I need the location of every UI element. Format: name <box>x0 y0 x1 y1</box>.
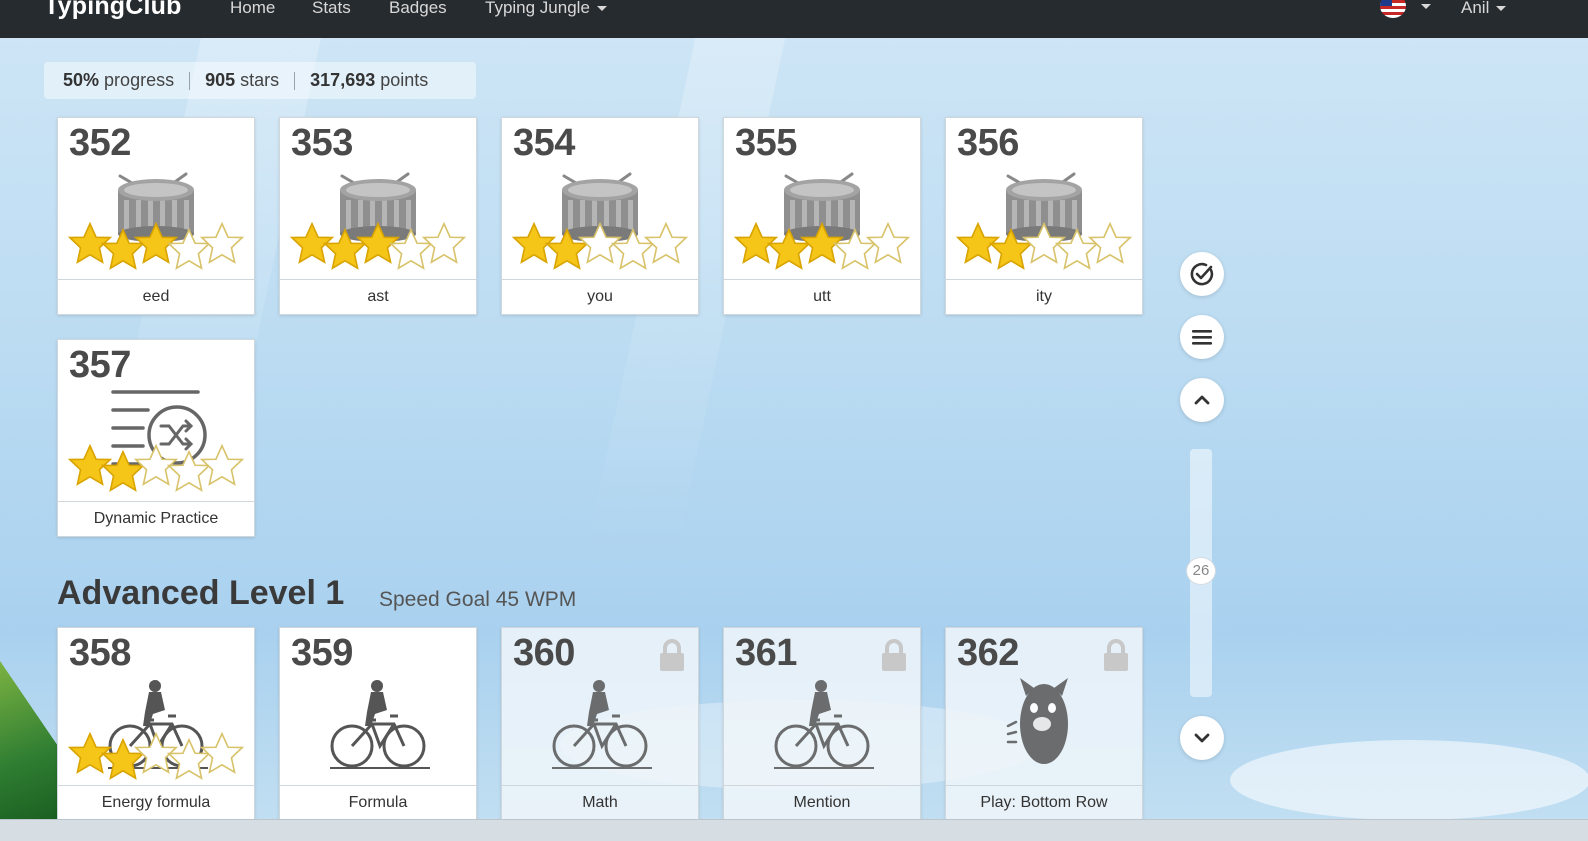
lesson-card[interactable]: 356 ity <box>945 117 1143 315</box>
lock-icon <box>882 639 906 671</box>
hamburger-menu-icon <box>1192 330 1212 345</box>
stars-label: stars <box>240 70 280 90</box>
lesson-card[interactable]: 357 Dynamic Practice <box>57 339 255 537</box>
lesson-scrollbar-thumb[interactable]: 26 <box>1186 557 1216 585</box>
points-label: points <box>380 70 429 90</box>
lesson-card-locked[interactable]: 360 Math <box>501 627 699 821</box>
star-empty-icon <box>199 731 245 774</box>
lesson-number: 361 <box>735 632 797 674</box>
scroll-down-button[interactable] <box>1180 716 1224 760</box>
lesson-label: Energy formula <box>58 785 254 820</box>
lesson-label: ity <box>946 279 1142 314</box>
check-circle-icon <box>1190 262 1214 286</box>
browser-bottom-bar <box>0 819 1588 841</box>
monster-artwork <box>1006 678 1068 764</box>
lesson-card-locked[interactable]: 361 Mention <box>723 627 921 821</box>
lesson-card[interactable]: 352 eed <box>57 117 255 315</box>
lesson-label: Play: Bottom Row <box>946 785 1142 820</box>
bicycle-icon <box>774 680 874 769</box>
nav-stats-link[interactable]: Stats <box>312 0 351 18</box>
lesson-number: 355 <box>735 122 797 164</box>
lesson-number: 362 <box>957 632 1019 674</box>
bike-artwork <box>330 680 430 769</box>
lesson-label: Math <box>502 785 698 820</box>
level-title: Advanced Level 1 <box>57 574 345 612</box>
lesson-label: eed <box>58 279 254 314</box>
lesson-label: ast <box>280 279 476 314</box>
lesson-number: 356 <box>957 122 1019 164</box>
lesson-number: 359 <box>291 632 353 674</box>
lesson-number: 358 <box>69 632 131 674</box>
divider <box>294 71 296 90</box>
nav-typing-jungle-dropdown[interactable]: Typing Jungle <box>485 0 607 18</box>
us-flag-icon[interactable] <box>1380 0 1406 18</box>
scroll-up-button[interactable] <box>1180 378 1224 422</box>
progress-label: progress <box>104 70 175 90</box>
lock-icon <box>1104 639 1128 671</box>
lesson-label: you <box>502 279 698 314</box>
drum-icon <box>67 172 245 270</box>
lesson-card[interactable]: 358 Energy formula <box>57 627 255 821</box>
divider <box>189 71 191 90</box>
menu-button[interactable] <box>1180 315 1224 359</box>
lesson-card-locked[interactable]: 362 Play: Bottom Row <box>945 627 1143 821</box>
lesson-label: Mention <box>724 785 920 820</box>
bicycle-icon <box>67 680 245 780</box>
drum-icon <box>511 172 689 270</box>
lock-icon <box>660 639 684 671</box>
background-cloud <box>1230 740 1588 820</box>
star-empty-icon <box>1087 221 1133 264</box>
bicycle-icon <box>552 680 652 769</box>
language-dropdown-chevron-down-icon[interactable] <box>1421 4 1431 9</box>
lesson-label: Dynamic Practice <box>58 501 254 536</box>
drum-icon <box>955 172 1133 270</box>
chevron-down-icon <box>596 6 607 12</box>
bike-artwork <box>774 680 874 769</box>
lesson-card[interactable]: 354 you <box>501 117 699 315</box>
stars-count: 905 <box>205 70 236 90</box>
points-count: 317,693 <box>310 70 376 90</box>
star-filled-icon <box>100 449 146 492</box>
progress-summary: 50% progress 905 stars 317,693 points <box>44 62 476 99</box>
bicycle-icon <box>330 680 430 769</box>
background-hill <box>0 661 60 821</box>
lesson-number: 357 <box>69 344 131 386</box>
drum-icon <box>289 172 467 270</box>
star-empty-icon <box>421 221 467 264</box>
user-menu-dropdown[interactable]: Anil <box>1461 0 1507 18</box>
lesson-card[interactable]: 359 Formula <box>279 627 477 821</box>
top-navbar: TypingClub Home Stats Badges Typing Jung… <box>0 0 1588 38</box>
nav-badges-link[interactable]: Badges <box>389 0 447 18</box>
completed-check-button[interactable] <box>1180 252 1224 296</box>
star-empty-icon <box>865 221 911 264</box>
lesson-label: utt <box>724 279 920 314</box>
bike-artwork <box>552 680 652 769</box>
lesson-number: 352 <box>69 122 131 164</box>
chevron-down-icon <box>1194 733 1210 743</box>
lesson-card[interactable]: 355 utt <box>723 117 921 315</box>
lesson-card[interactable]: 353 ast <box>279 117 477 315</box>
nav-home-link[interactable]: Home <box>230 0 275 18</box>
monster-icon <box>1006 678 1068 764</box>
shuffle-list-icon <box>67 390 245 492</box>
lesson-number: 354 <box>513 122 575 164</box>
chevron-up-icon <box>1194 395 1210 405</box>
lesson-label: Formula <box>280 785 476 820</box>
lesson-number: 360 <box>513 632 575 674</box>
star-empty-icon <box>643 221 689 264</box>
star-empty-icon <box>199 221 245 264</box>
user-name: Anil <box>1461 0 1490 17</box>
star-empty-icon <box>166 449 212 492</box>
level-speed-goal: Speed Goal 45 WPM <box>379 588 577 611</box>
chevron-down-icon <box>1496 6 1507 12</box>
lesson-number: 353 <box>291 122 353 164</box>
nav-typing-jungle-label: Typing Jungle <box>485 0 590 17</box>
star-empty-icon <box>199 443 245 486</box>
drum-icon <box>733 172 911 270</box>
brand-logo[interactable]: TypingClub <box>44 0 182 21</box>
progress-percent: 50% <box>63 70 100 90</box>
